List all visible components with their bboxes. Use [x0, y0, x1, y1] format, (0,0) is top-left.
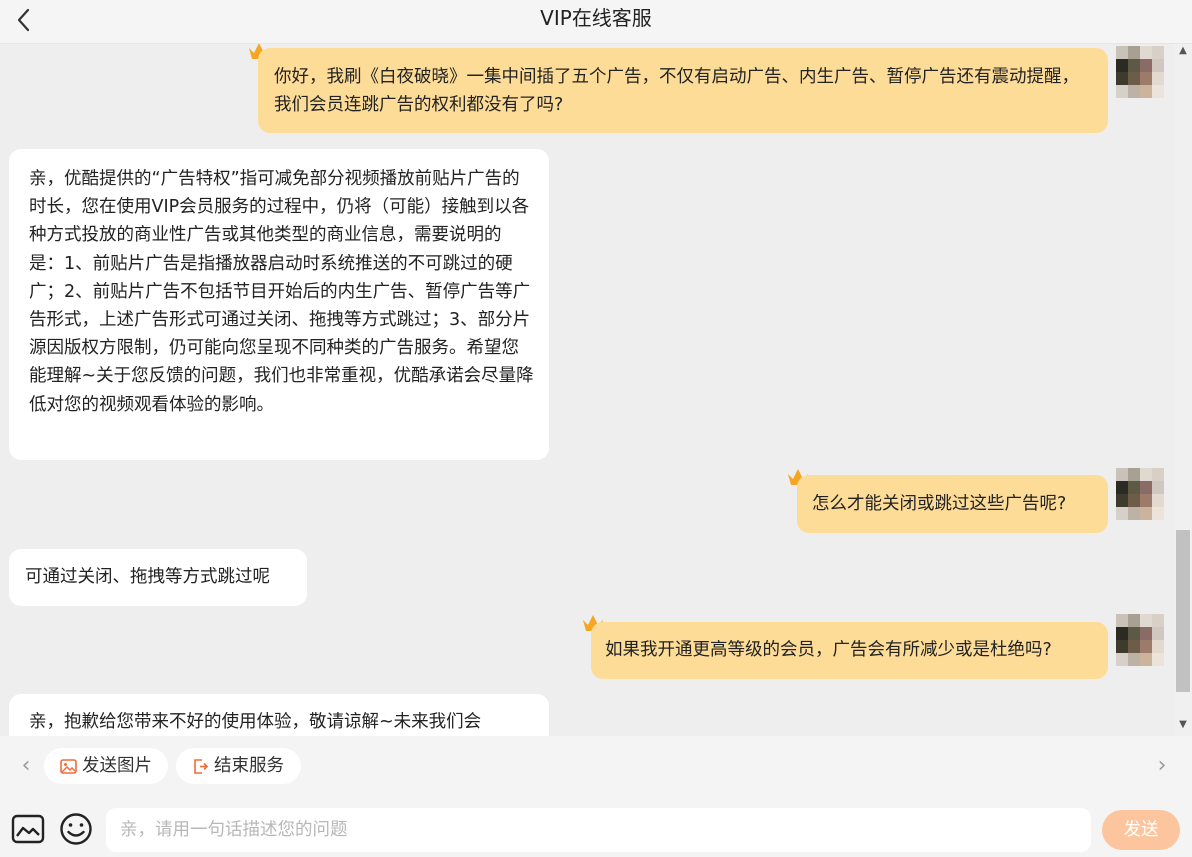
chat-scrollbar[interactable]: ▲ ▼	[1174, 44, 1192, 736]
agent-message-bubble: 可通过关闭、拖拽等方式跳过呢	[9, 549, 307, 606]
picture-icon[interactable]	[10, 812, 46, 846]
user-avatar[interactable]	[1116, 46, 1164, 98]
message-input[interactable]	[106, 808, 1091, 852]
user-message-bubble: 如果我开通更高等级的会员，广告会有所减少或是杜绝吗?	[591, 622, 1108, 679]
exit-icon	[194, 759, 209, 774]
chat-message-list[interactable]: 你好，我刷《白夜破晓》一集中间插了五个广告，不仅有启动广告、内生广告、暂停广告还…	[0, 44, 1174, 736]
user-message-bubble: 你好，我刷《白夜破晓》一集中间插了五个广告，不仅有启动广告、内生广告、暂停广告还…	[258, 48, 1108, 133]
page-title: VIP在线客服	[540, 6, 652, 30]
send-image-label: 发送图片	[82, 756, 152, 776]
end-service-button[interactable]: 结束服务	[176, 748, 301, 784]
chevron-left-icon[interactable]: ‹	[16, 754, 36, 778]
scroll-down-arrow[interactable]: ▼	[1174, 718, 1192, 732]
image-icon	[60, 759, 77, 774]
send-image-button[interactable]: 发送图片	[44, 748, 168, 784]
quick-actions-bar: ‹ 发送图片 结束服务 ›	[0, 736, 1192, 798]
scroll-up-arrow[interactable]: ▲	[1174, 44, 1192, 58]
agent-message-bubble: 亲，抱歉给您带来不好的使用体验，敬请谅解~未来我们会	[9, 694, 549, 736]
end-service-label: 结束服务	[214, 756, 284, 776]
user-avatar[interactable]	[1116, 614, 1164, 666]
emoji-icon[interactable]	[58, 812, 94, 846]
user-message-bubble: 怎么才能关闭或跳过这些广告呢?	[797, 475, 1108, 533]
chevron-right-icon[interactable]: ›	[1152, 754, 1172, 778]
agent-message-bubble: 亲，优酷提供的“广告特权”指可减免部分视频播放前贴片广告的时长，您在使用VIP会…	[9, 149, 549, 460]
send-button[interactable]: 发送	[1102, 810, 1180, 850]
header-bar: VIP在线客服	[0, 0, 1192, 44]
user-avatar[interactable]	[1116, 468, 1164, 520]
input-bar: 发送	[0, 798, 1192, 857]
scroll-thumb[interactable]	[1176, 530, 1190, 692]
